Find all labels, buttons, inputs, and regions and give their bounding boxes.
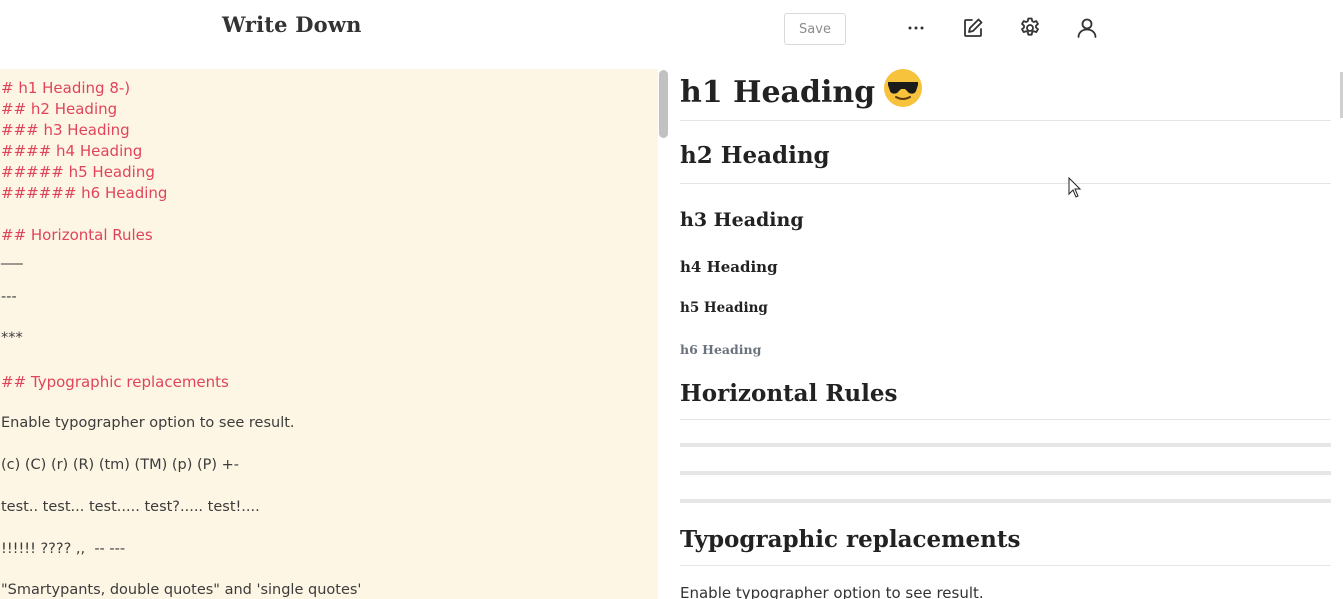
editor-line: ###### h6 Heading bbox=[1, 184, 168, 202]
editor-line: Enable typographer option to see result. bbox=[1, 415, 295, 431]
preview-h3: h3 Heading bbox=[680, 209, 804, 231]
edit-icon[interactable] bbox=[959, 14, 987, 42]
preview-h1-text: h1 Heading bbox=[680, 75, 876, 110]
typographic-underline bbox=[680, 565, 1331, 566]
horizontal-rules-underline bbox=[680, 419, 1331, 420]
editor-line: ##### h5 Heading bbox=[1, 163, 155, 181]
preview-h1: h1 Heading bbox=[680, 68, 923, 120]
app-title: Write Down bbox=[222, 12, 362, 37]
markdown-preview: h1 Heading h2 Heading h3 Heading h4 Head… bbox=[680, 58, 1331, 599]
editor-line: --- bbox=[1, 289, 17, 305]
markdown-editor[interactable]: # h1 Heading 8-) ## h2 Heading ### h3 He… bbox=[0, 69, 658, 599]
editor-scrollbar[interactable] bbox=[659, 70, 668, 138]
preview-paragraph: Enable typographer option to see result. bbox=[680, 584, 984, 599]
editor-line: # h1 Heading 8-) bbox=[1, 79, 131, 97]
user-icon[interactable] bbox=[1073, 14, 1101, 42]
editor-line: test.. test... test..... test?..... test… bbox=[1, 499, 260, 515]
horizontal-rule bbox=[680, 471, 1331, 475]
editor-line: "Smartypants, double quotes" and 'single… bbox=[1, 582, 362, 598]
preview-h6: h6 Heading bbox=[680, 342, 762, 357]
preview-horizontal-rules-heading: Horizontal Rules bbox=[680, 380, 898, 407]
save-button[interactable]: Save bbox=[784, 13, 846, 45]
gear-icon[interactable] bbox=[1016, 14, 1044, 42]
mouse-cursor-icon bbox=[1068, 176, 1082, 203]
editor-line: ___ bbox=[1, 249, 23, 265]
editor-line: !!!!!! ???? ,, -- --- bbox=[1, 541, 126, 557]
editor-line: (c) (C) (r) (R) (tm) (TM) (p) (P) +- bbox=[1, 457, 240, 473]
preview-h2: h2 Heading bbox=[680, 142, 830, 169]
editor-line: *** bbox=[1, 330, 23, 346]
horizontal-rule bbox=[680, 499, 1331, 503]
h2-underline bbox=[680, 183, 1331, 184]
preview-h4: h4 Heading bbox=[680, 258, 778, 276]
editor-line: ## h2 Heading bbox=[1, 100, 118, 118]
horizontal-rule bbox=[680, 443, 1331, 447]
editor-line: ### h3 Heading bbox=[1, 121, 130, 139]
h1-underline bbox=[680, 120, 1331, 121]
more-icon[interactable] bbox=[902, 14, 930, 42]
editor-line: ## Typographic replacements bbox=[1, 373, 229, 391]
sunglasses-emoji-icon bbox=[883, 68, 923, 120]
editor-line: #### h4 Heading bbox=[1, 142, 143, 160]
preview-typographic-heading: Typographic replacements bbox=[680, 526, 1021, 553]
preview-h5: h5 Heading bbox=[680, 300, 768, 316]
editor-line: ## Horizontal Rules bbox=[1, 226, 153, 244]
top-bar: Write Down Save bbox=[0, 0, 1343, 58]
